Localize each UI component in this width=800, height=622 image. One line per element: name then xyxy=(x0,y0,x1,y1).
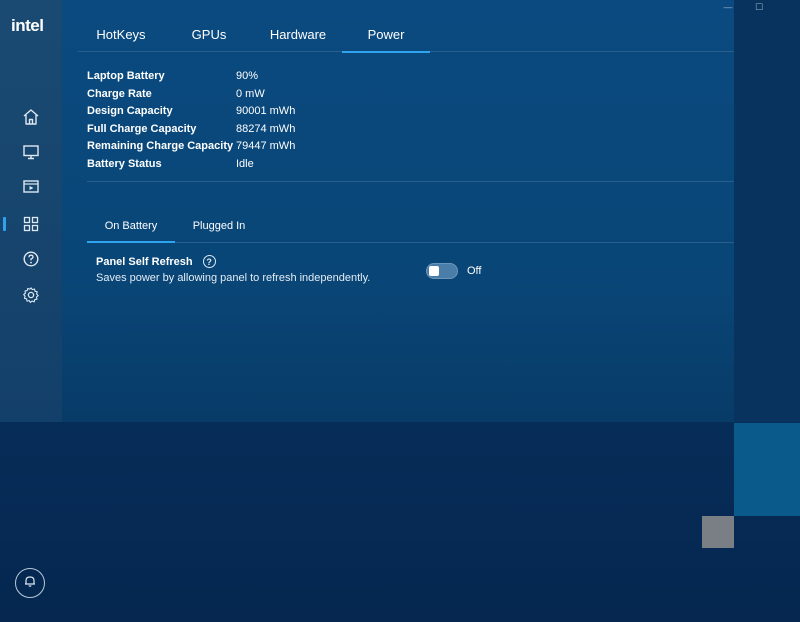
sidebar: intel xyxy=(0,0,62,422)
apps-icon[interactable] xyxy=(20,213,42,235)
info-value: 90001 mWh xyxy=(236,105,296,118)
help-nav-icon[interactable] xyxy=(20,248,42,270)
info-value: 0 mW xyxy=(236,87,265,100)
intel-logo: intel xyxy=(11,16,44,35)
tab-hotkeys[interactable]: HotKeys xyxy=(78,16,164,52)
info-value: 90% xyxy=(236,70,259,82)
info-label: Laptop Battery xyxy=(87,70,165,82)
setting-title-text: Panel Self Refresh xyxy=(96,255,193,268)
info-value: Idle xyxy=(236,157,254,170)
settings-icon[interactable] xyxy=(20,284,42,306)
info-value: 88274 mWh xyxy=(236,122,296,135)
panel-self-refresh-title: Panel Self Refresh ? xyxy=(96,255,216,268)
power-subtabs: On Battery Plugged In xyxy=(87,209,734,243)
minimize-button[interactable]: — xyxy=(721,0,735,14)
section-divider xyxy=(87,181,734,182)
info-row: Laptop Battery 90% xyxy=(87,68,717,86)
info-value: 79447 mWh xyxy=(236,140,296,153)
decorative-blue-block xyxy=(734,423,800,516)
info-label: Battery Status xyxy=(87,157,162,170)
tab-on-battery[interactable]: On Battery xyxy=(87,209,175,243)
tab-power[interactable]: Power xyxy=(342,16,430,53)
notifications-button[interactable] xyxy=(15,568,45,598)
info-label: Remaining Charge Capacity xyxy=(87,140,234,153)
info-row: Battery Status Idle xyxy=(87,156,717,174)
decorative-gray-block xyxy=(702,516,734,548)
media-icon[interactable] xyxy=(20,176,42,198)
main-tabs: HotKeys GPUs Hardware Power xyxy=(78,16,734,53)
right-panel-background xyxy=(734,0,800,422)
toggle-knob xyxy=(429,266,439,276)
lower-background xyxy=(0,422,800,622)
info-row: Full Charge Capacity 88274 mWh xyxy=(87,121,717,139)
tab-gpus[interactable]: GPUs xyxy=(164,16,254,52)
setting-description: Saves power by allowing panel to refresh… xyxy=(96,272,371,284)
tab-hardware[interactable]: Hardware xyxy=(254,16,342,52)
info-row: Remaining Charge Capacity 79447 mWh xyxy=(87,138,717,156)
question-mark-icon[interactable]: ? xyxy=(202,255,216,268)
active-nav-indicator xyxy=(3,217,6,231)
home-icon[interactable] xyxy=(20,106,42,128)
info-label: Full Charge Capacity xyxy=(87,122,197,135)
maximize-button[interactable]: ☐ xyxy=(752,0,766,14)
tab-plugged-in[interactable]: Plugged In xyxy=(175,209,263,242)
info-label: Design Capacity xyxy=(87,105,173,118)
bell-icon xyxy=(23,574,37,593)
display-icon[interactable] xyxy=(20,141,42,163)
info-row: Design Capacity 90001 mWh xyxy=(87,103,717,121)
battery-info-table: Laptop Battery 90% Charge Rate 0 mW Desi… xyxy=(87,68,717,174)
toggle-state-label: Off xyxy=(467,265,482,277)
info-row: Charge Rate 0 mW xyxy=(87,86,717,104)
panel-self-refresh-toggle[interactable] xyxy=(426,263,458,279)
info-label: Charge Rate xyxy=(87,87,152,100)
